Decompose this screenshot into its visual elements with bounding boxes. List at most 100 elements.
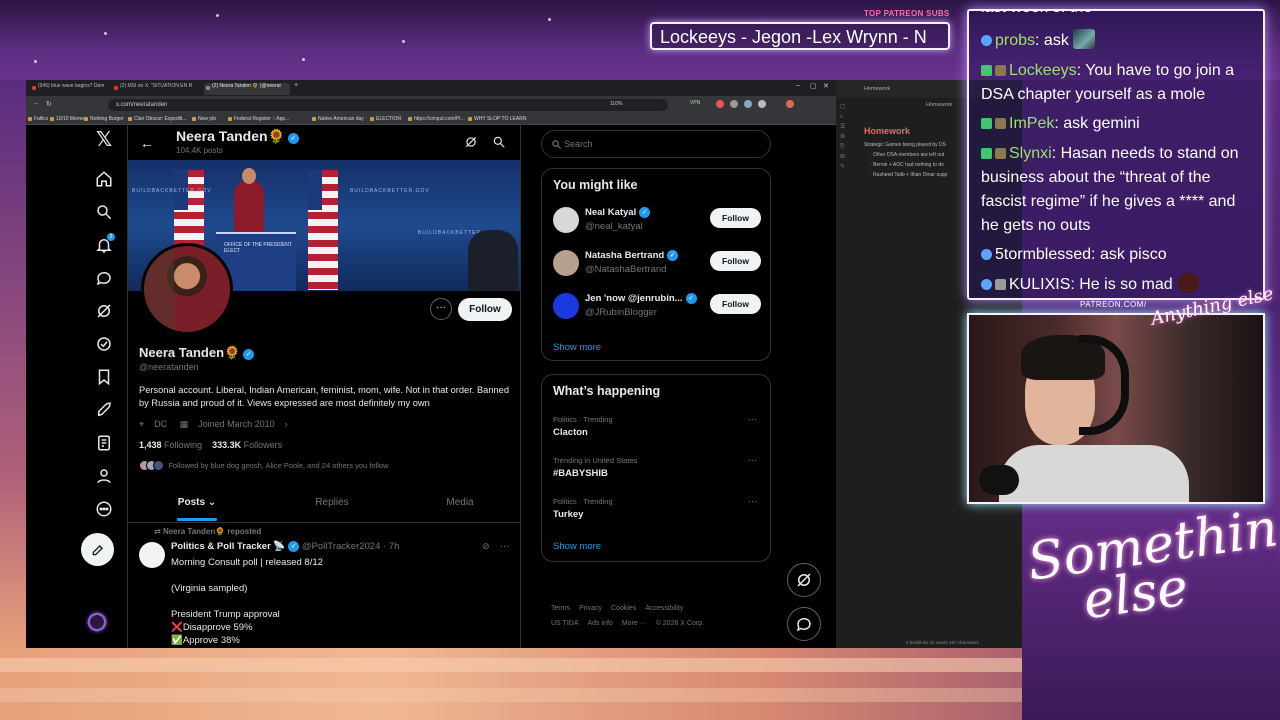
tweet-avatar[interactable] xyxy=(139,542,165,568)
address-bar[interactable]: x.com/neeratanden xyxy=(108,99,668,111)
home-icon[interactable] xyxy=(90,165,118,193)
bookmark-item[interactable]: Nothing Burger xyxy=(84,116,124,122)
bookmark-item[interactable]: ELECTION xyxy=(370,116,401,122)
tweet-author[interactable]: Politics & Poll Tracker 📡 ✓ @PollTracker2… xyxy=(171,541,399,552)
repost-indicator: ⇄ Neera Tanden🌻 reposted xyxy=(154,527,262,536)
tweet-text: Morning Consult poll | released 8/12 (Vi… xyxy=(171,557,323,646)
trend-item[interactable]: Trending in United States #BABYSHIB ··· xyxy=(542,453,772,493)
minimize-button[interactable]: – xyxy=(796,82,800,89)
chat-badge-icon xyxy=(981,249,992,260)
back-arrow-icon[interactable]: ← xyxy=(140,135,154,151)
show-more-link[interactable]: Show more xyxy=(553,342,601,353)
tweet[interactable]: ⇄ Neera Tanden🌻 reposted Politics & Poll… xyxy=(128,523,520,648)
bookmark-item[interactable]: Federal Register :: App... xyxy=(228,116,289,122)
bookmark-item[interactable]: Fallics xyxy=(28,116,48,122)
footer-link[interactable]: Ads info xyxy=(588,620,613,627)
search-icon[interactable] xyxy=(90,198,118,226)
bookmark-item[interactable]: https://cimput.com/Pr... xyxy=(408,116,465,122)
tab-media[interactable]: Media xyxy=(440,497,480,508)
messages-fab-button[interactable] xyxy=(787,607,821,641)
bookmark-item[interactable]: WHY SLOP TO LEARN xyxy=(468,116,526,122)
grok-fab-button[interactable] xyxy=(787,563,821,597)
extension-icon[interactable] xyxy=(730,100,738,108)
notes-status-bar: 0 backlinks 31 words 167 characters xyxy=(906,640,979,645)
footer-link[interactable]: US TIDA xyxy=(551,620,579,627)
verified-badge-icon: ✓ xyxy=(288,541,300,552)
star-decoration xyxy=(402,40,405,43)
extension-icon[interactable] xyxy=(716,100,724,108)
suggestion-avatar[interactable] xyxy=(553,250,579,276)
suggestion-item[interactable]: Neal Katyal ✓ @neal_katyal Follow xyxy=(542,201,772,241)
profile-avatar[interactable] xyxy=(141,243,233,335)
extension-icon[interactable] xyxy=(758,100,766,108)
bookmark-icon[interactable] xyxy=(90,363,118,391)
chat-partial-message: last week of the xyxy=(981,11,1092,17)
followed-by[interactable]: Followed by blue dog geosh, Alice Poole,… xyxy=(139,460,389,471)
browser-tab-active[interactable]: (2) Neera Tanden 🌻 (@neerat xyxy=(204,83,290,95)
suggestion-follow-button[interactable]: Follow xyxy=(710,251,761,271)
new-tab-button[interactable]: + xyxy=(294,82,298,89)
browser-tab[interactable]: (945) blue wave begins? Dem xyxy=(30,83,108,95)
suggestion-follow-button[interactable]: Follow xyxy=(710,208,761,228)
verified-icon[interactable] xyxy=(90,330,118,358)
trend-more-icon[interactable]: ··· xyxy=(748,455,757,465)
show-more-link[interactable]: Show more xyxy=(553,541,601,552)
profile-search-icon[interactable] xyxy=(492,135,506,149)
tab-posts[interactable]: Posts ⌄ xyxy=(177,497,217,521)
bookmark-item[interactable]: Clair Obscur: Expediti... xyxy=(128,116,187,122)
notes-line: · Other DSA members are left out xyxy=(870,152,945,158)
footer-link[interactable]: Terms xyxy=(551,605,570,612)
profile-avatar-icon[interactable] xyxy=(786,100,794,108)
tweet-more-icon[interactable]: ··· xyxy=(500,541,509,551)
trend-more-icon[interactable]: ··· xyxy=(748,414,757,424)
microphone-icon xyxy=(979,465,1019,495)
followers-link[interactable]: 333.3K Followers xyxy=(212,440,282,450)
profile-icon[interactable] xyxy=(90,462,118,490)
rocket-icon[interactable] xyxy=(90,396,118,424)
reload-icon[interactable]: ↻ xyxy=(46,100,52,108)
suggestion-item[interactable]: Jen 'now @jenrubin... ✓ @JRubinBlogger Fo… xyxy=(542,287,772,327)
messages-icon[interactable] xyxy=(90,264,118,292)
chevron-right-icon[interactable]: › xyxy=(285,419,288,429)
bell-icon[interactable]: 2 xyxy=(90,231,118,259)
posts-count: 104.4K posts xyxy=(176,146,223,155)
footer-link[interactable]: More ··· xyxy=(622,620,647,627)
footer-link[interactable]: Privacy xyxy=(579,605,602,612)
bookmark-item[interactable]: Native American day xyxy=(312,116,364,122)
maximize-button[interactable]: ▢ xyxy=(810,82,817,90)
grok-analyze-icon[interactable] xyxy=(464,135,478,149)
search-box[interactable] xyxy=(541,130,771,158)
suggestion-follow-button[interactable]: Follow xyxy=(710,294,761,314)
x-logo-icon[interactable]: 𝕏 xyxy=(90,125,118,153)
search-input[interactable] xyxy=(564,137,754,151)
chat-badge-icon xyxy=(995,148,1006,159)
compose-post-button[interactable] xyxy=(81,533,114,566)
close-window-button[interactable]: ✕ xyxy=(823,82,829,90)
suggestion-avatar[interactable] xyxy=(553,293,579,319)
footer-link[interactable]: Cookies xyxy=(611,605,636,612)
more-icon[interactable] xyxy=(90,495,118,523)
trend-item[interactable]: Politics · Trending Turkey ··· xyxy=(542,494,772,534)
draft-icon[interactable] xyxy=(90,429,118,457)
back-nav-icon[interactable]: → xyxy=(32,100,39,107)
suggestion-item[interactable]: Natasha Bertrand ✓ @NatashaBertrand Follo… xyxy=(542,244,772,284)
stream-background-left xyxy=(0,80,26,648)
suggestion-avatar[interactable] xyxy=(553,207,579,233)
trend-more-icon[interactable]: ··· xyxy=(748,496,757,506)
grok-tweet-icon[interactable]: ⊘ xyxy=(482,541,490,552)
footer-link[interactable]: Accessibility xyxy=(645,605,683,612)
tab-replies[interactable]: Replies xyxy=(312,497,352,508)
bookmark-item[interactable]: 10/10 Memes xyxy=(50,116,86,122)
account-avatar[interactable] xyxy=(85,610,109,634)
more-options-button[interactable]: ··· xyxy=(430,298,452,320)
bookmark-item[interactable]: New job xyxy=(192,116,216,122)
browser-tab[interactable]: (2) MSI on X: "SITUATION EN R xyxy=(112,83,200,95)
follow-button[interactable]: Follow xyxy=(458,298,512,321)
extension-icon[interactable] xyxy=(744,100,752,108)
trend-item[interactable]: Politics · Trending Clacton ··· xyxy=(542,412,772,452)
grok-icon[interactable] xyxy=(90,297,118,325)
following-link[interactable]: 1,438 Following xyxy=(139,440,202,450)
chat-emote xyxy=(1073,29,1096,49)
zoom-level[interactable]: 110% xyxy=(610,101,622,107)
vpn-indicator[interactable]: VPN xyxy=(690,100,700,106)
